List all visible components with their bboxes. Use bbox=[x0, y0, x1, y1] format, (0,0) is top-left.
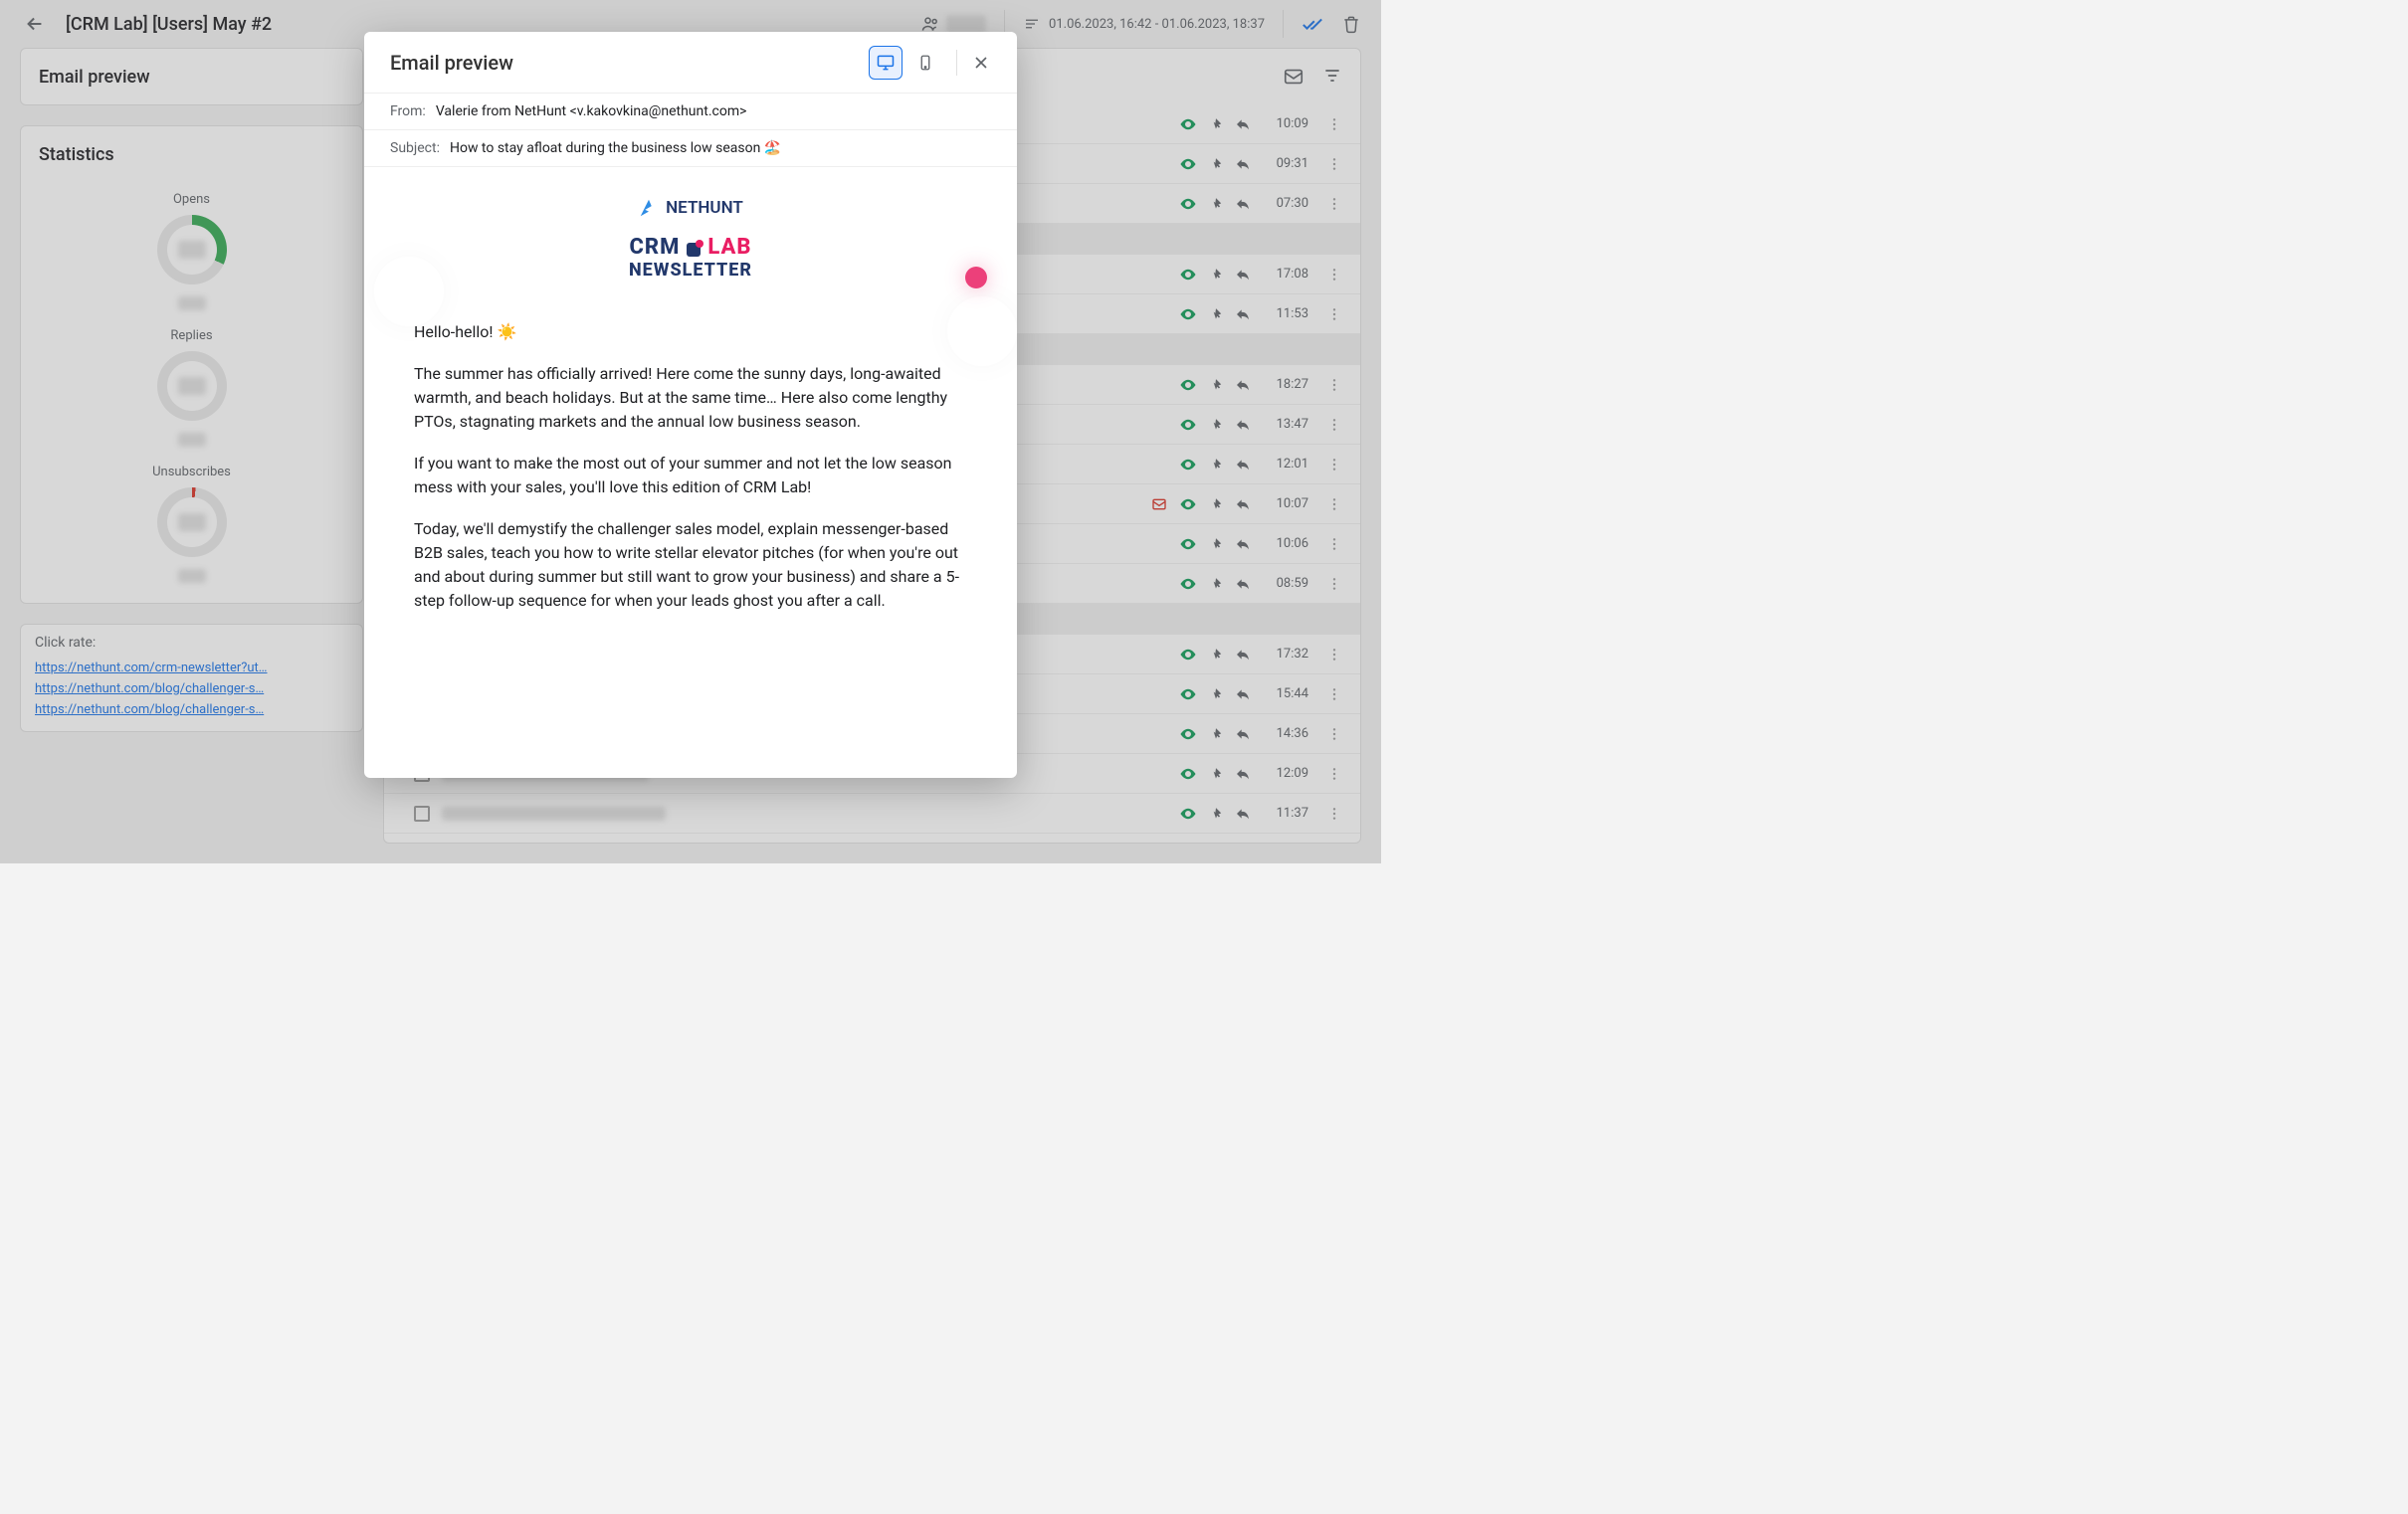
nethunt-logo: NETHUNT bbox=[638, 197, 743, 219]
subject-row: Subject: How to stay afloat during the b… bbox=[364, 130, 1017, 167]
close-button[interactable] bbox=[971, 53, 991, 73]
desktop-view-button[interactable] bbox=[869, 46, 903, 80]
decoration-dot bbox=[965, 267, 987, 288]
crm-lab-logo: CRM LAB NEWSLETTER bbox=[629, 235, 752, 281]
modal-title: Email preview bbox=[390, 51, 869, 75]
email-body: NETHUNT CRM LAB NEWSLETTER Hello-hello! … bbox=[364, 167, 1017, 778]
from-row: From: Valerie from NetHunt <v.kakovkina@… bbox=[364, 94, 1017, 130]
mobile-view-button[interactable] bbox=[908, 46, 942, 80]
email-preview-modal: Email preview From: Valerie from NetHunt… bbox=[364, 32, 1017, 778]
modal-backdrop[interactable]: Email preview From: Valerie from NetHunt… bbox=[0, 0, 1381, 863]
